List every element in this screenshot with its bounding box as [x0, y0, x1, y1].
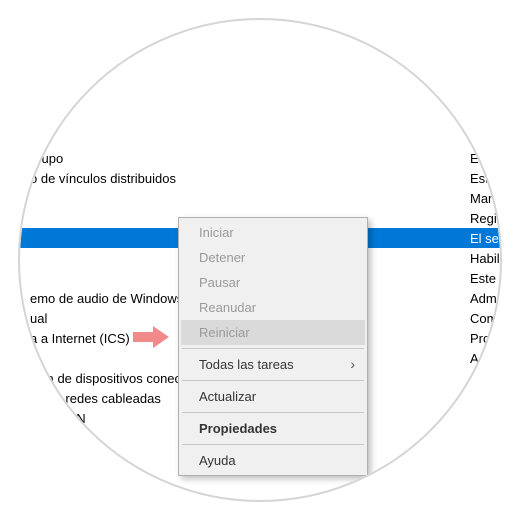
- menu-item-iniciar[interactable]: Iniciar: [181, 220, 365, 245]
- menu-item-propiedades[interactable]: Propiedades: [181, 416, 365, 441]
- service-name: temas y soluciones: [30, 31, 141, 46]
- service-description: Ad: [470, 451, 486, 466]
- masked-content: temas y soluciones ta Microsoft El s grupo E…: [0, 0, 520, 520]
- service-name: a a Internet (ICS): [30, 331, 130, 346]
- service-description: El servic: [470, 231, 519, 246]
- service-row[interactable]: Mantr: [0, 188, 520, 208]
- service-description: Adminis: [470, 291, 516, 306]
- menu-item-detener[interactable]: Detener: [181, 245, 365, 270]
- service-row[interactable]: temas y soluciones: [0, 28, 520, 48]
- service-name: o de vínculos distribuidos: [30, 171, 176, 186]
- menu-separator: [182, 380, 364, 381]
- menu-separator: [182, 444, 364, 445]
- menu-item-reanudar[interactable]: Reanudar: [181, 295, 365, 320]
- menu-item-pausar[interactable]: Pausar: [181, 270, 365, 295]
- menu-item-reiniciar[interactable]: Reiniciar: [181, 320, 365, 345]
- service-description: Habilita: [470, 251, 513, 266]
- service-description: Compru: [470, 311, 516, 326]
- service-name: grupo: [30, 151, 63, 166]
- annotation-arrow-icon: [133, 326, 173, 348]
- service-name: noto: [30, 451, 55, 466]
- service-description: Mantr: [470, 191, 503, 206]
- service-description: Este serv: [470, 271, 520, 286]
- service-name: de WLAN: [30, 411, 86, 426]
- service-description: Este se: [470, 371, 513, 386]
- service-name: ual: [30, 311, 47, 326]
- service-description: Este: [470, 171, 496, 186]
- context-menu: Iniciar Detener Pausar Reanudar Reinicia…: [178, 217, 368, 476]
- service-description: El s: [470, 131, 492, 146]
- service-name: ta Microsoft: [30, 51, 97, 66]
- service-row[interactable]: o de vínculos distribuidos Este: [0, 168, 520, 188]
- menu-item-ayuda[interactable]: Ayuda: [181, 448, 365, 473]
- service-name: le WWAN: [30, 431, 86, 446]
- service-row[interactable]: ta Microsoft: [0, 48, 520, 68]
- menu-separator: [182, 348, 364, 349]
- service-description: El S: [470, 411, 494, 426]
- menu-item-todas-las-tareas[interactable]: Todas las tareas: [181, 352, 365, 377]
- service-name: ca de redes cableadas: [30, 391, 161, 406]
- service-description: Adminis: [470, 351, 516, 366]
- service-description: El s: [470, 151, 492, 166]
- service-row[interactable]: grupo El s: [0, 148, 520, 168]
- service-name: emo de audio de Windows: [30, 291, 183, 306]
- service-description: El se: [470, 391, 499, 406]
- service-description: Est: [470, 431, 489, 446]
- service-description: Propor: [470, 331, 509, 346]
- menu-item-actualizar[interactable]: Actualizar: [181, 384, 365, 409]
- service-row[interactable]: El s: [0, 128, 520, 148]
- menu-separator: [182, 412, 364, 413]
- service-description: Regist: [470, 211, 507, 226]
